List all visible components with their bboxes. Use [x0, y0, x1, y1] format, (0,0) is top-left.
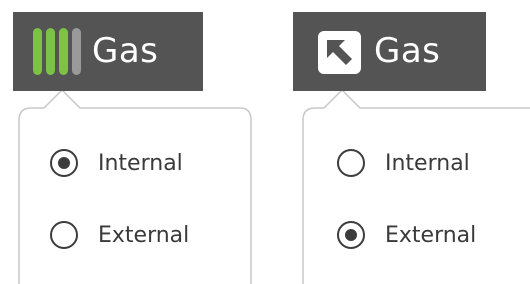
gas-header[interactable]: Gas	[293, 12, 486, 91]
option-label: External	[385, 222, 477, 248]
option-external[interactable]: External	[337, 215, 476, 255]
option-external[interactable]: External	[50, 215, 189, 255]
gas-panel-external: Gas Internal External	[282, 0, 530, 284]
option-label: External	[98, 222, 190, 248]
radio-button[interactable]	[337, 149, 365, 177]
gas-header[interactable]: Gas	[13, 12, 203, 91]
option-internal[interactable]: Internal	[50, 143, 183, 183]
header-label: Gas	[92, 31, 159, 71]
signal-bar	[59, 28, 68, 75]
signal-bars-icon	[33, 28, 81, 75]
header-label: Gas	[374, 31, 441, 71]
gas-panel-internal: Gas Internal External	[0, 0, 265, 284]
option-label: Internal	[385, 150, 470, 176]
option-label: Internal	[98, 150, 183, 176]
radio-button[interactable]	[50, 221, 78, 249]
radio-button[interactable]	[50, 149, 78, 177]
radio-button[interactable]	[337, 221, 365, 249]
signal-bar	[72, 28, 81, 75]
signal-bar	[46, 28, 55, 75]
option-internal[interactable]: Internal	[337, 143, 470, 183]
arrow-up-left-icon	[318, 31, 361, 74]
signal-bar	[33, 28, 42, 75]
